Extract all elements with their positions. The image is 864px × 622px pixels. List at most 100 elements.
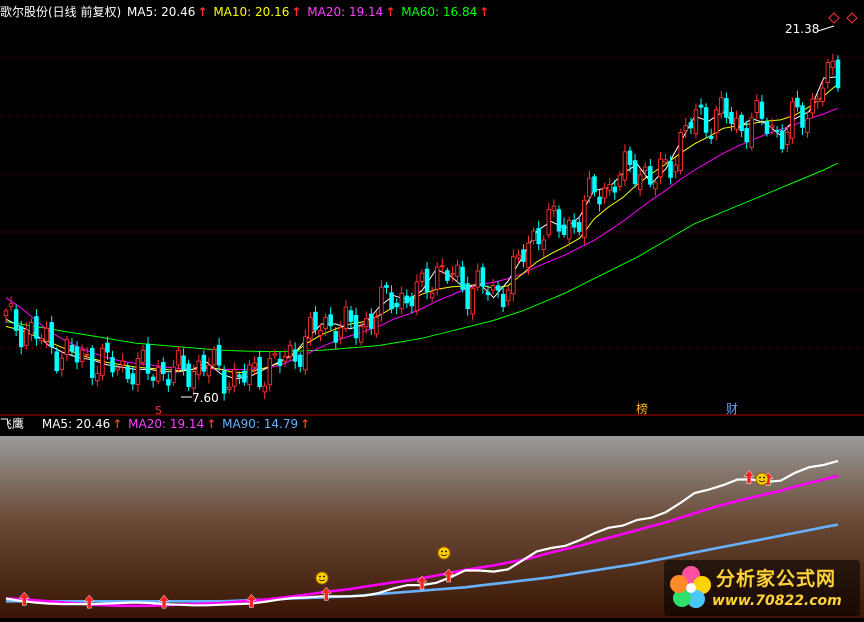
candle-down <box>779 130 785 150</box>
candle-down <box>759 101 765 119</box>
candle-down <box>536 228 541 245</box>
candle-down <box>313 311 318 331</box>
candle-up <box>440 265 445 268</box>
candle-up <box>196 360 202 376</box>
candle-down <box>105 342 110 353</box>
candle-up <box>211 349 217 366</box>
main-ma5-value: MA5: 20.46 <box>127 5 196 19</box>
candle-down <box>125 366 131 380</box>
candle-down <box>18 326 24 348</box>
candle-up <box>282 355 288 362</box>
candle-down <box>181 355 186 370</box>
candle-up <box>475 270 481 288</box>
sub-ma20-value: MA20: 19.14 <box>128 417 205 431</box>
candle-up <box>455 264 460 277</box>
candle-up <box>617 174 623 187</box>
candle-up <box>399 292 404 310</box>
candle-up <box>450 273 455 276</box>
candle-up <box>434 266 440 290</box>
candle-down <box>221 370 227 394</box>
candle-up <box>546 209 552 236</box>
candle-up <box>810 98 815 114</box>
candle-up <box>343 306 349 330</box>
candle-up <box>683 125 689 132</box>
watermark-title: 分析家公式网 <box>716 568 837 590</box>
candle-up <box>120 360 125 366</box>
candle-up <box>95 373 100 382</box>
candle-up <box>505 289 511 302</box>
candle-up <box>622 151 628 181</box>
site-watermark: 分析家公式网 www.70822.com <box>664 560 860 616</box>
candle-down <box>729 111 734 124</box>
candle-down <box>369 313 374 329</box>
candle-up <box>363 318 369 328</box>
candle-up <box>587 177 592 198</box>
candle-down <box>724 98 729 118</box>
candle-up <box>262 385 267 393</box>
price-grid <box>0 57 864 416</box>
candle-down <box>521 249 526 262</box>
candle-up <box>155 366 161 382</box>
candle-up <box>825 62 831 83</box>
candle-down <box>166 379 171 386</box>
candle-down <box>648 166 653 185</box>
candle-down <box>612 186 618 193</box>
main-ma60-value: MA60: 16.84 <box>401 5 478 19</box>
candle-down <box>424 268 430 293</box>
candle-down <box>69 344 75 352</box>
smiley-badge-icon <box>315 571 329 585</box>
main-ma10-value: MA10: 20.16 <box>213 5 290 19</box>
stock-chart-window: 21.38 7.60 S 榜财 歌尔股份(日线 前复权) MA5: 20.46 ↑ MA… <box>0 0 864 618</box>
high-price-label: 21.38 <box>785 22 819 36</box>
candle-down <box>394 302 399 308</box>
candle-up <box>29 321 34 336</box>
candle-up <box>719 97 724 115</box>
smiley-badge-icon <box>755 472 769 486</box>
candle-down <box>592 176 597 193</box>
candle-up <box>135 358 141 386</box>
candle-down <box>744 128 749 143</box>
candle-down <box>89 347 95 379</box>
candle-up <box>3 310 9 317</box>
candle-up <box>79 349 85 362</box>
candle-down <box>460 266 465 290</box>
up-arrow-icon: ↑ <box>479 5 490 19</box>
candle-down <box>409 296 415 307</box>
candle-up <box>232 369 237 387</box>
candle-up <box>419 272 425 282</box>
main-ma5-line <box>5 76 839 380</box>
candle-down <box>348 310 354 322</box>
candle-down <box>384 285 389 288</box>
candle-down <box>216 344 222 366</box>
smiley-badge-icon <box>437 546 451 560</box>
candle-down <box>145 343 151 374</box>
diamond-icon <box>828 12 840 24</box>
indicator-name: 飞鹰 <box>0 417 25 431</box>
candle-down <box>627 150 633 165</box>
candle-down <box>277 358 283 366</box>
candle-down <box>668 161 673 178</box>
stock-name: 歌尔股份(日线 前复权) <box>0 5 122 19</box>
candle-up <box>734 117 739 130</box>
candle-up <box>358 325 364 343</box>
candle-up <box>226 386 232 390</box>
candle-up <box>140 349 146 363</box>
chart-canvas[interactable]: 21.387.60S 榜财 <box>0 0 864 618</box>
candle-down <box>389 292 394 310</box>
candle-up <box>607 183 612 191</box>
candle-up <box>64 338 70 355</box>
smiley-eye <box>759 476 761 479</box>
candle-down <box>445 270 450 281</box>
candle-down <box>34 316 39 339</box>
candle-down <box>764 121 770 134</box>
candle-up <box>526 242 531 268</box>
watermark-url: www.70822.com <box>712 593 842 609</box>
candle-down <box>74 346 80 363</box>
candle-up <box>516 254 521 259</box>
candle-up <box>805 118 810 133</box>
candle-down <box>130 373 136 385</box>
candle-up <box>470 288 475 315</box>
pinwheel-logo-icon <box>670 566 711 608</box>
candle-up <box>24 328 29 346</box>
up-arrow-icon: ↑ <box>300 417 311 431</box>
